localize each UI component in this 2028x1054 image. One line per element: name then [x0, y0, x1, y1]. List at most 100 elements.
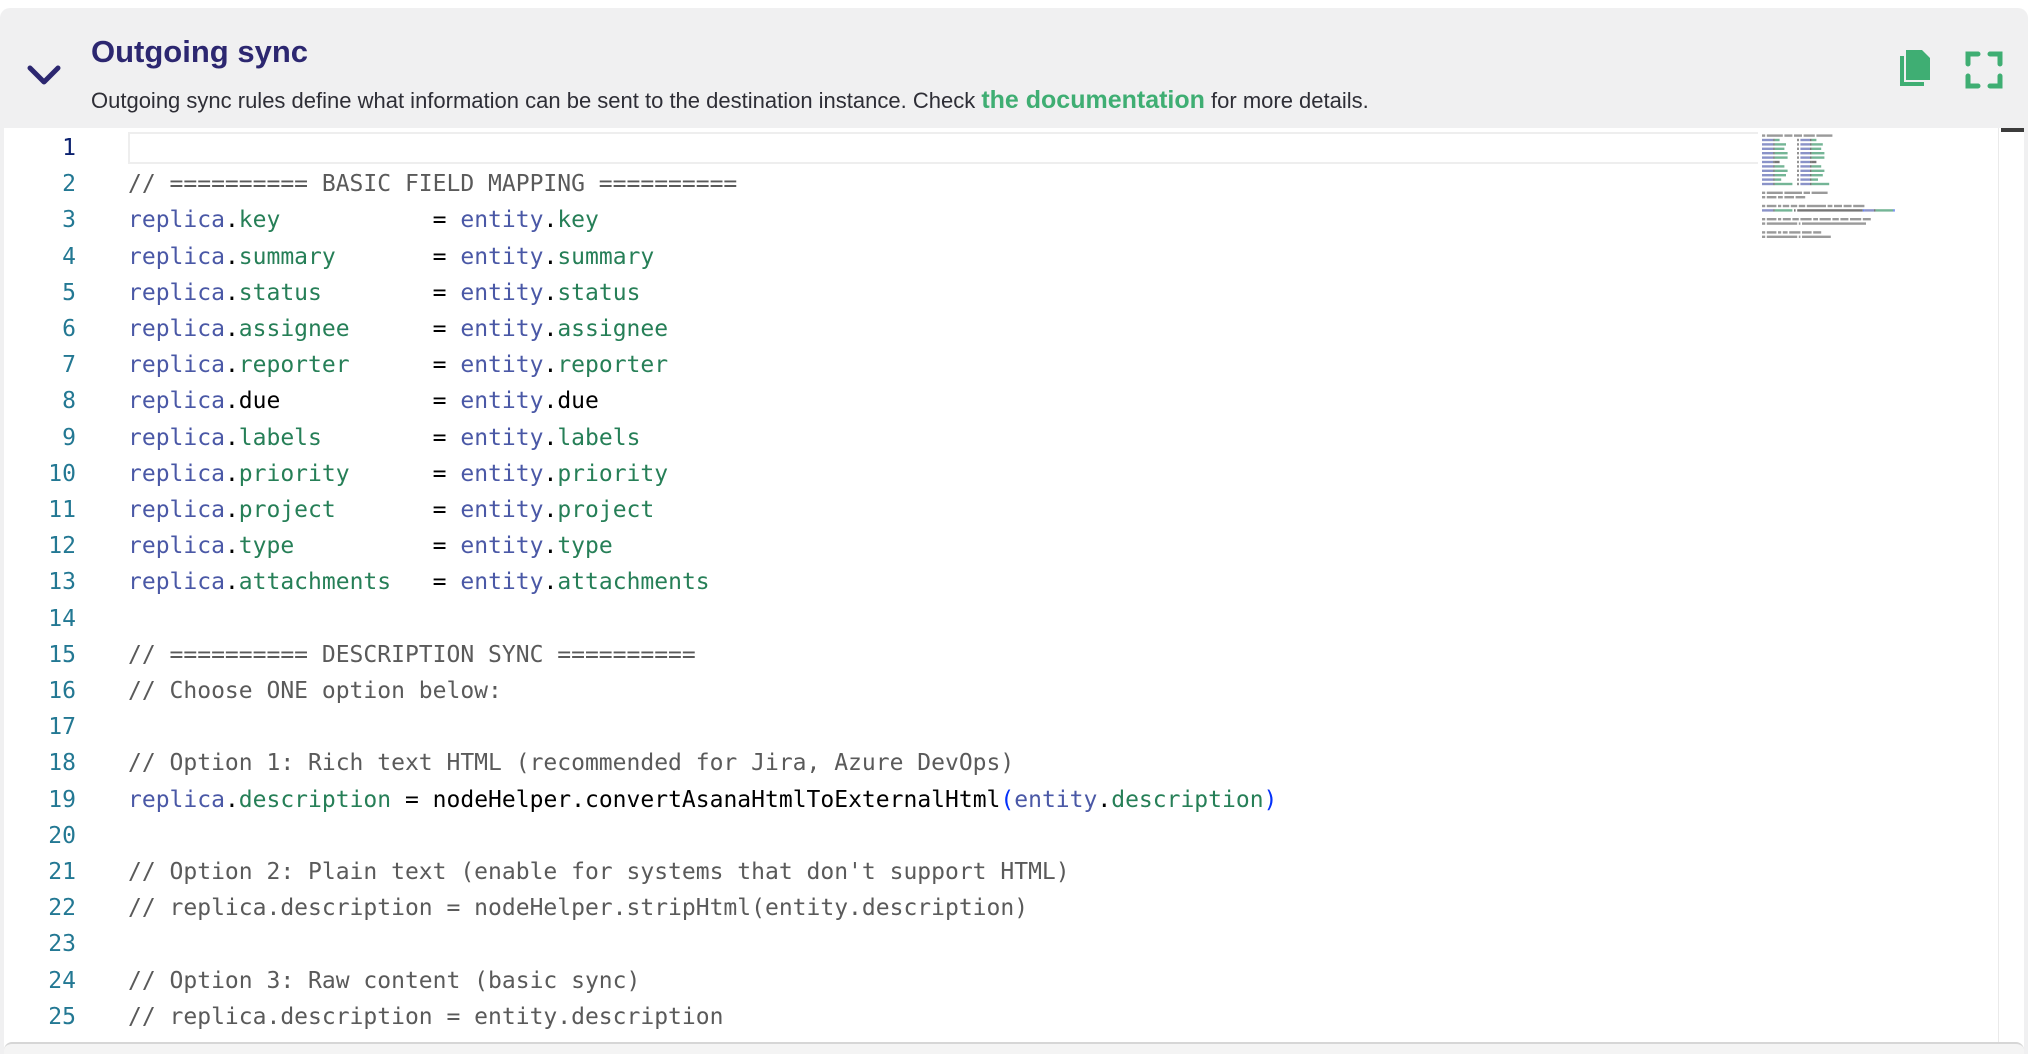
minimap-token [1774, 152, 1788, 155]
code-token: = [349, 316, 461, 342]
code-line[interactable]: replica.key = entity.key [128, 202, 599, 238]
minimap-token [1811, 178, 1818, 181]
minimap-token [1782, 218, 1791, 221]
minimap-token [1774, 143, 1786, 146]
code-token: type [238, 533, 295, 560]
code-line[interactable]: replica.due = entity.due [128, 383, 599, 419]
minimap-token [1893, 209, 1895, 212]
code-line[interactable]: replica.summary = entity.summary [128, 239, 654, 275]
minimap-token [1778, 231, 1782, 234]
minimap-token [1778, 196, 1783, 199]
minimap-token [1862, 218, 1871, 221]
code-token: priority [557, 460, 669, 487]
minimap-token [1766, 134, 1783, 137]
documentation-link[interactable]: the documentation [981, 86, 1205, 114]
code-line[interactable]: replica.reporter = entity.reporter [128, 347, 668, 383]
code-token: type [557, 533, 613, 560]
minimap-token [1795, 196, 1806, 199]
minimap-token [1800, 152, 1810, 155]
code-token: priority [238, 460, 350, 487]
minimap-token [1813, 218, 1818, 221]
minimap-token [1773, 165, 1775, 168]
minimap-token [1810, 147, 1812, 150]
code-token: // replica.description = entity.descript… [128, 1003, 724, 1030]
code-minimap[interactable] [1758, 128, 1998, 1054]
minimap-token [1811, 165, 1822, 168]
fullscreen-icon[interactable] [1964, 50, 2004, 90]
code-line[interactable]: // Option 1: Rich text HTML (recommended… [128, 745, 1014, 781]
code-token: replica [128, 460, 225, 487]
code-token: = [335, 243, 461, 270]
minimap-token [1800, 182, 1810, 186]
code-line[interactable]: // Option 3: Raw content (basic sync) [128, 963, 640, 999]
code-token: . [224, 388, 239, 415]
minimap-token [1811, 174, 1823, 177]
code-line[interactable]: replica.description = nodeHelper.convert… [128, 782, 1277, 818]
minimap-token [1802, 222, 1866, 225]
minimap-token [1853, 204, 1865, 208]
line-number: 4 [62, 243, 76, 270]
code-token: replica [128, 243, 225, 270]
minimap-token [1762, 231, 1766, 234]
code-token: key [557, 207, 599, 234]
minimap-token [1802, 235, 1831, 238]
code-line[interactable]: replica.labels = entity.labels [128, 420, 640, 456]
code-token: entity [460, 279, 544, 306]
code-token: // ========== DESCRIPTION SYNC =========… [128, 641, 696, 668]
code-token: . [543, 279, 558, 306]
code-token: assignee [238, 316, 350, 342]
code-token: = [349, 352, 461, 379]
code-line[interactable]: // Option 2: Plain text (enable for syst… [128, 854, 1070, 890]
minimap-token [1773, 152, 1775, 155]
line-number: 25 [48, 1003, 76, 1030]
minimap-token [1762, 196, 1766, 199]
minimap-token [1862, 209, 1865, 212]
minimap-token [1811, 182, 1830, 186]
minimap-token [1774, 174, 1786, 177]
code-token: . [224, 786, 239, 813]
code-line[interactable]: // replica.description = entity.descript… [128, 999, 723, 1035]
code-line[interactable]: // Choose ONE option below: [128, 673, 502, 709]
code-line[interactable]: replica.status = entity.status [128, 275, 640, 311]
horizontal-scrollbar[interactable] [4, 1042, 2024, 1054]
code-line[interactable]: replica.type = entity.type [128, 528, 613, 564]
minimap-token [1762, 156, 1774, 159]
code-token: . [224, 497, 239, 523]
code-token: assignee [557, 316, 669, 342]
minimap-token [1774, 156, 1788, 159]
vertical-scrollbar[interactable] [1998, 128, 2024, 1054]
minimap-token [1810, 169, 1812, 172]
minimap-token [1800, 178, 1810, 181]
minimap-token [1773, 174, 1775, 177]
copy-icon[interactable] [1894, 48, 1934, 94]
minimap-token [1875, 209, 1894, 212]
minimap-token [1766, 222, 1798, 225]
code-line[interactable]: replica.priority = entity.priority [128, 456, 668, 492]
minimap-token [1773, 209, 1775, 212]
code-editor[interactable]: 1 2 3 4 5 6 7 8 9 10 11 12 13 14 15 16 17 18 19 20 21 22 23 24 2… [4, 128, 2024, 1054]
code-token: entity [460, 424, 544, 451]
code-token: replica [128, 352, 225, 379]
code-token: description [1111, 786, 1264, 813]
minimap-token [1797, 169, 1799, 172]
line-number: 10 [48, 460, 76, 487]
line-number: 5 [62, 279, 76, 306]
minimap-token [1798, 204, 1806, 208]
minimap-token [1810, 178, 1812, 181]
minimap-token [1843, 204, 1852, 208]
code-token: . [1097, 786, 1112, 813]
code-line[interactable]: // replica.description = nodeHelper.stri… [128, 890, 1028, 926]
code-line[interactable]: replica.project = entity.project [128, 492, 654, 528]
code-line[interactable]: // ========== BASIC FIELD MAPPING ======… [128, 166, 737, 202]
minimap-token [1789, 231, 1801, 234]
code-token: project [238, 497, 336, 523]
code-token: attachments [557, 569, 710, 596]
scrollbar-thumb[interactable] [2001, 128, 2024, 132]
code-line[interactable]: replica.attachments = entity.attachments [128, 564, 710, 600]
code-line[interactable]: // ========== DESCRIPTION SYNC =========… [128, 637, 696, 673]
chevron-down-icon[interactable] [24, 56, 64, 96]
code-area[interactable]: // ========== BASIC FIELD MAPPING ======… [128, 128, 1758, 1054]
minimap-token [1766, 218, 1777, 221]
code-token: = nodeHelper.convertAsanaHtmlToExternalH… [391, 786, 1001, 813]
code-line[interactable]: replica.assignee = entity.assignee [128, 311, 668, 347]
